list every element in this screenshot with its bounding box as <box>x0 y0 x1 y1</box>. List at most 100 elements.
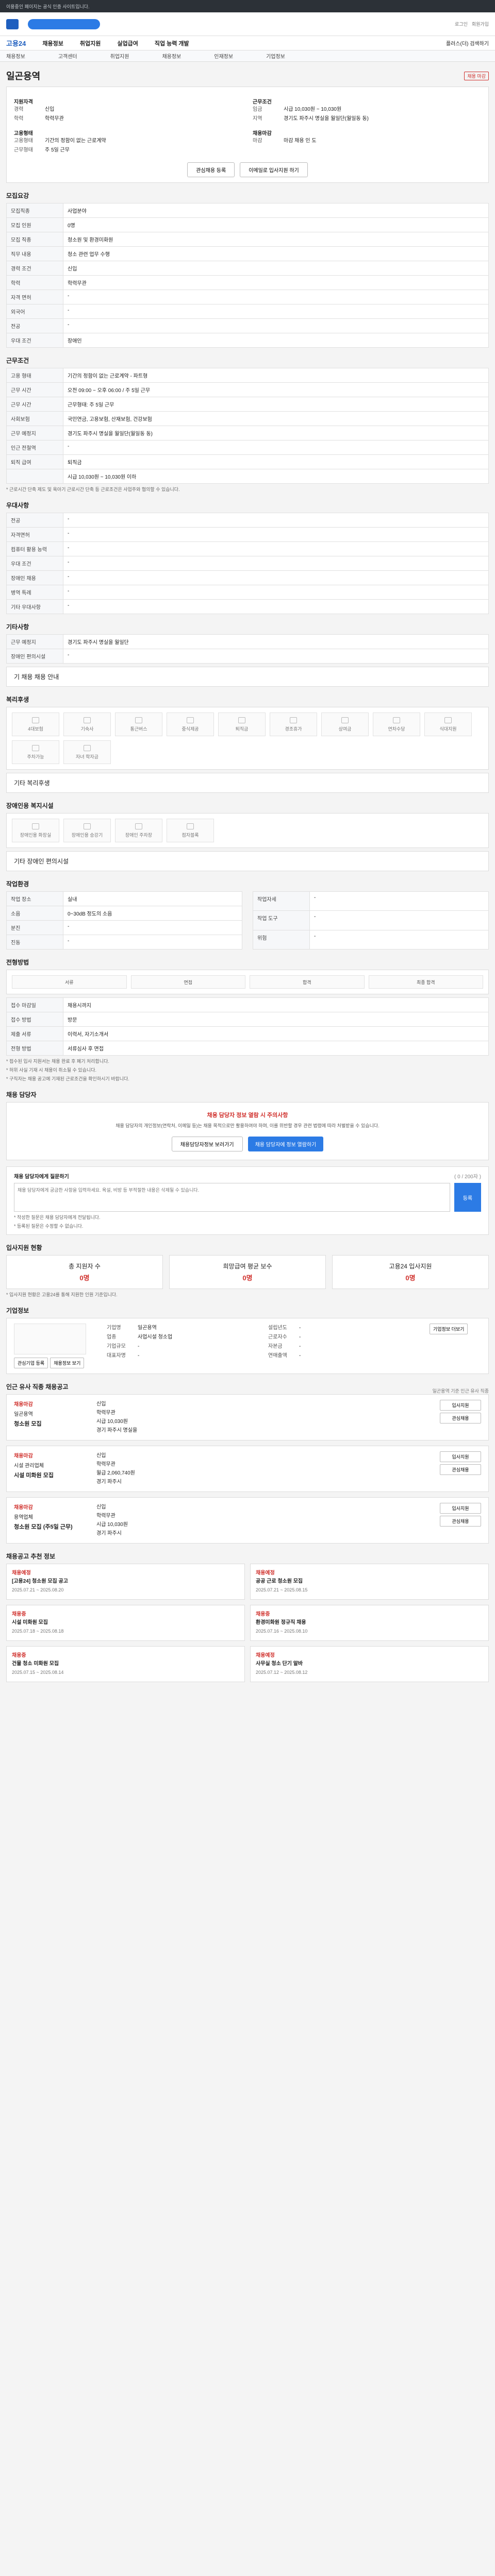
table-key: 경력 조건 <box>6 261 63 276</box>
lnb-item[interactable]: 고객센터 <box>58 52 77 60</box>
table-value: - <box>309 891 489 911</box>
recommend-item[interactable]: 채용중 시설 미화원 모집 2025.07.18 ~ 2025.08.18 <box>6 1605 245 1641</box>
job-card[interactable]: 채용마감 시설 관리업체 시설 미화원 모집 신입 학력무관 월급 2,060,740원 경… <box>6 1446 489 1492</box>
table-value: 사업분야 <box>63 203 489 218</box>
contact-alert: 채용 담당자 정보 열람 시 주의사항 채용 담당자의 개인정보(연락처, 이메… <box>6 1102 489 1160</box>
company-jobs-button[interactable]: 채용정보 보기 <box>50 1358 85 1368</box>
kv-key: 고용형태 <box>14 138 33 144</box>
table-row: 자격면허 - <box>6 527 489 542</box>
process-note: * 구직자는 채용 공고에 기재된 근로조건을 확인하시기 바랍니다. <box>6 1076 129 1081</box>
site-header: 로그인 회원가입 <box>0 12 495 36</box>
job-favorite-button[interactable]: 관심채용 <box>440 1516 481 1527</box>
job-info-item: 학력무관 <box>96 1462 116 1467</box>
table-value: - <box>63 649 489 664</box>
table-value: 경기도 파주시 명실을 월일단(월일동 동) <box>63 426 489 440</box>
recommend-title[interactable]: 사무실 청소 단기 알바 <box>256 1660 483 1668</box>
table-key: 우대 조건 <box>6 333 63 348</box>
lnb-item[interactable]: 취업지원 <box>110 52 129 60</box>
table-value: 실내 <box>63 891 242 906</box>
site-logo[interactable] <box>6 19 19 29</box>
lnb-item[interactable]: 채용정보 <box>6 52 25 60</box>
kv-key: 임금 <box>253 107 262 112</box>
job-info-item: 경기 파주시 <box>96 1531 122 1536</box>
table-key: 장애인 채용 <box>6 570 63 585</box>
lnb-item[interactable]: 채용정보 <box>162 52 181 60</box>
benefit-icon <box>187 823 194 829</box>
recommend-item[interactable]: 채용예정 [고용24] 청소원 모집 공고 2025.07.21 ~ 2025.08… <box>6 1564 245 1600</box>
table-value: - <box>63 440 489 455</box>
recommend-date: 2025.07.15 ~ 2025.08.14 <box>12 1670 64 1675</box>
job-apply-button[interactable]: 입사지원 <box>440 1400 481 1411</box>
lnb-item[interactable]: 기업정보 <box>266 52 285 60</box>
disability-grid: 장애인용 화장실 장애인용 승강기 장애인 주차장 점자블록 <box>6 813 489 848</box>
tile-label: 퇴직금 <box>235 726 249 732</box>
recommend-tag: 채용중 <box>12 1612 26 1617</box>
recommend-title[interactable]: [고용24] 청소원 모집 공고 <box>12 1578 239 1586</box>
inquiry-note: * 작성한 질문은 채용 담당자에게 전달됩니다. <box>14 1215 101 1220</box>
section-title: 기타사항 <box>6 623 29 631</box>
gnb-item[interactable]: 취업지원 <box>80 39 101 47</box>
table-key: 인근 전철역 <box>6 440 63 455</box>
job-favorite-button[interactable]: 관심채용 <box>440 1464 481 1475</box>
recommend-item[interactable]: 채용예정 공공 근로 청소원 모집 2025.07.21 ~ 2025.08.15 <box>250 1564 489 1600</box>
favorite-job-button[interactable]: 관심채용 등록 <box>187 162 235 177</box>
gnb-item[interactable]: 실업급여 <box>117 39 138 47</box>
company-card: 관심기업 등록 채용정보 보기 기업명 일곤용역 업종 사업시설 청소업 기업규모 - 대표… <box>6 1318 489 1374</box>
job-favorite-button[interactable]: 관심채용 <box>440 1413 481 1423</box>
gnb-item[interactable]: 직업 능력 개발 <box>155 39 189 47</box>
benefit-tile: 경조휴가 <box>270 713 317 736</box>
company-favorite-button[interactable]: 관심기업 등록 <box>14 1358 48 1368</box>
signup-link[interactable]: 회원가입 <box>472 21 489 27</box>
kv-value: 주 5일 근무 <box>45 147 70 153</box>
kv-value: - <box>138 1353 140 1359</box>
gnb-more[interactable]: 플러스(더) 검색하기 <box>446 39 489 47</box>
job-title[interactable]: 청소원 모집 (주5일 근무) <box>14 1522 86 1531</box>
job-card[interactable]: 채용마감 일곤용역 청소원 모집 신입 학력무관 시급 10,030원 경기 파주시 명실을… <box>6 1394 489 1440</box>
table-row: 기타 우대사항 - <box>6 599 489 614</box>
job-card[interactable]: 채용마감 용역업체 청소원 모집 (주5일 근무) 신입 학력무관 시급 10,030원 경… <box>6 1497 489 1544</box>
contact-view-button[interactable]: 채용담당자정보 보러가기 <box>171 1137 243 1151</box>
login-link[interactable]: 로그인 <box>455 21 468 27</box>
recommend-title[interactable]: 시설 미화원 모집 <box>12 1619 239 1627</box>
lnb-item[interactable]: 인재정보 <box>214 52 233 60</box>
benefit-etc: 기타 복리후생 <box>6 773 489 793</box>
contact-open-button[interactable]: 채용 담당자에 정보 열람하기 <box>248 1137 324 1151</box>
section-title: 복리후생 <box>6 696 29 703</box>
job-title[interactable]: 시설 미화원 모집 <box>14 1471 86 1479</box>
table-key: 전공 <box>6 318 63 333</box>
section-title: 작업환경 <box>6 880 29 888</box>
brand-name[interactable]: 고용24 <box>6 38 26 48</box>
table-row: 진동 - <box>6 935 242 950</box>
job-company: 시설 관리업체 <box>14 1463 44 1469</box>
recommend-title[interactable]: 건물 청소 미화원 모집 <box>12 1660 239 1668</box>
process-note: * 허위 사실 기재 시 채용이 취소될 수 있습니다. <box>6 1067 97 1073</box>
recommend-item[interactable]: 채용중 환경미화원 정규직 채용 2025.07.16 ~ 2025.08.10 <box>250 1605 489 1641</box>
recommend-item[interactable]: 채용예정 사무실 청소 단기 알바 2025.07.12 ~ 2025.08.12 <box>250 1646 489 1682</box>
table-key: 자격면허 <box>6 527 63 542</box>
job-info-item: 시급 10,030원 <box>96 1522 128 1528</box>
search-input[interactable] <box>28 19 100 29</box>
disability-etc: 기타 장애인 편의시설 <box>6 851 489 871</box>
stats-note: * 입사지원 현황은 고용24를 통해 지원한 인원 기준입니다. <box>6 1292 118 1297</box>
summary-head: 채용마감 <box>253 131 272 137</box>
benefit-grid: 4대보험 기숙사 통근버스 중식제공 퇴직금 경조휴가 상여금 연차수당 식대지원 주차가능 자녀 … <box>6 707 489 770</box>
table-row: 모집 인원 0명 <box>6 217 489 232</box>
disability-tile: 장애인 주차장 <box>115 819 162 842</box>
company-more-link[interactable]: 기업정보 더보기 <box>430 1324 468 1334</box>
table-key: 퇴직 급여 <box>6 454 63 469</box>
recommend-item[interactable]: 채용중 건물 청소 미화원 모집 2025.07.15 ~ 2025.08.14 <box>6 1646 245 1682</box>
table-row: 경력 조건 신입 <box>6 261 489 276</box>
email-apply-button[interactable]: 이메일로 입사지원 하기 <box>240 162 308 177</box>
recommend-title[interactable]: 공공 근로 청소원 모집 <box>256 1578 483 1586</box>
job-apply-button[interactable]: 입사지원 <box>440 1451 481 1462</box>
job-info-item: 경기 파주시 명실을 <box>96 1428 138 1433</box>
recommend-title[interactable]: 환경미화원 정규직 채용 <box>256 1619 483 1627</box>
tile-label: 통근버스 <box>130 726 147 732</box>
environment-table: 작업 장소 실내 소음 0~30dB 정도의 소음 분진 - 진동 - <box>6 891 242 950</box>
job-apply-button[interactable]: 입사지원 <box>440 1503 481 1514</box>
inquiry-input[interactable] <box>14 1183 450 1212</box>
gnb-item[interactable]: 채용정보 <box>42 39 63 47</box>
job-title[interactable]: 청소원 모집 <box>14 1419 86 1428</box>
table-key: 장애인 편의시설 <box>6 649 63 664</box>
inquiry-submit-button[interactable]: 등록 <box>454 1183 481 1212</box>
